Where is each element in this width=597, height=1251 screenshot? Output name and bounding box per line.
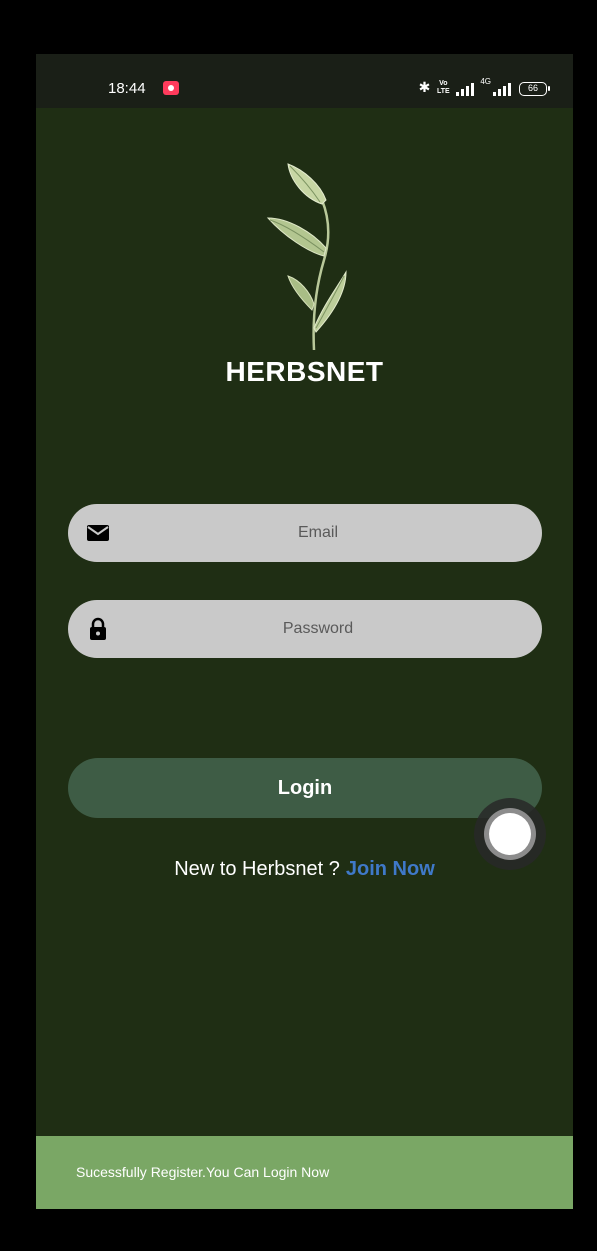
- signal-icon-2: [493, 82, 511, 96]
- app-title: HERBSNET: [225, 356, 384, 387]
- status-time: 18:44: [108, 80, 146, 97]
- email-field[interactable]: [68, 504, 542, 562]
- email-input[interactable]: [128, 504, 508, 562]
- status-icons: ✱ Vo LTE 4G 66: [418, 77, 550, 96]
- volte-icon: Vo LTE: [436, 80, 450, 95]
- snackbar-message: Sucessfully Register.You Can Login Now: [76, 1164, 330, 1180]
- assistive-touch-button[interactable]: [474, 798, 546, 870]
- envelope-icon: [87, 525, 109, 541]
- app-screen: 18:44 ✱ Vo LTE 4G 66 HERBSNET Email Logi…: [36, 54, 573, 1209]
- status-bar: 18:44 ✱ Vo LTE 4G 66: [36, 54, 573, 108]
- herb-leaf-logo: [266, 163, 347, 350]
- signup-prompt: New to Herbsnet ?: [174, 858, 340, 880]
- network-type-label: 4G: [480, 77, 491, 86]
- login-button[interactable]: Login: [68, 758, 542, 818]
- join-now-link[interactable]: Join Now: [346, 858, 435, 880]
- password-input[interactable]: [128, 600, 508, 658]
- snackbar: Sucessfully Register.You Can Login Now: [36, 1136, 573, 1209]
- screen-record-icon: [163, 81, 179, 95]
- password-field[interactable]: [68, 600, 542, 658]
- battery-icon: 66: [519, 82, 550, 96]
- signal-icon: [456, 82, 475, 96]
- bluetooth-icon: ✱: [418, 79, 431, 95]
- lock-icon: [90, 617, 106, 640]
